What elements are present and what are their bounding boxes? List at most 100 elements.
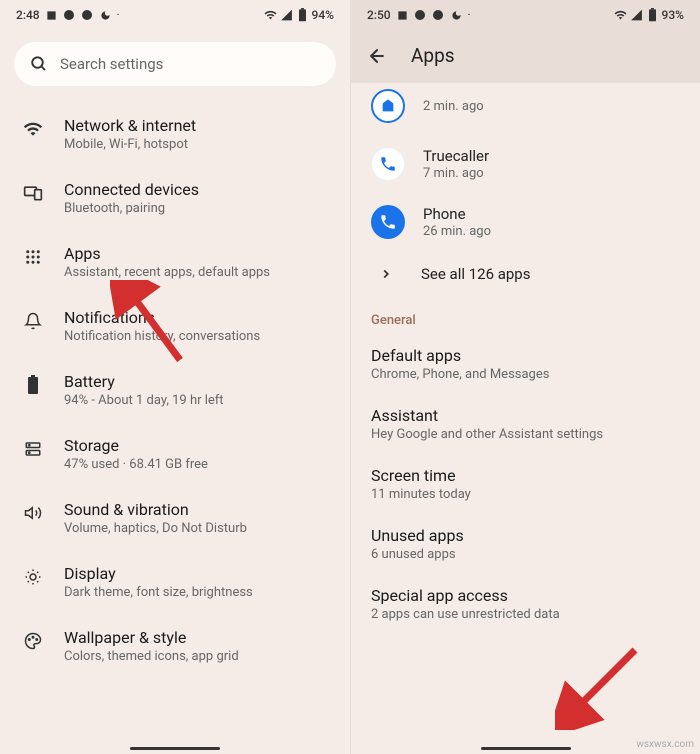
item-subtitle: 47% used · 68.41 GB free [64,457,330,472]
phone-right-apps: 2:50 · 93% Apps 2 min. ago [350,0,700,754]
status-time: 2:48 [16,8,40,22]
item-subtitle: 94% - About 1 day, 19 hr left [64,393,330,408]
apps-header: 2:50 · 93% Apps [351,0,700,83]
item-title: Connected devices [64,180,330,199]
notif-icon [396,9,409,22]
app-sub: 7 min. ago [423,166,680,181]
general-item-default-apps[interactable]: Default apps Chrome, Phone, and Messages [351,334,700,394]
item-title: Apps [64,244,330,263]
display-icon [22,566,44,588]
status-bar: 2:48 · 94% [0,0,350,30]
settings-item-storage[interactable]: Storage 47% used · 68.41 GB free [0,422,350,486]
item-subtitle: Mobile, Wi-Fi, hotspot [64,137,330,152]
wifi-icon [22,118,44,140]
phone-left-settings: 2:48 · 94% Search settings Network & int… [0,0,350,754]
item-title: Screen time [371,466,680,485]
truecaller-icon [371,147,405,181]
status-dot: · [468,10,471,21]
battery-percent: 94% [312,8,334,22]
status-time: 2:50 [367,8,391,22]
phone-status-icon-2 [432,9,445,22]
item-subtitle: Chrome, Phone, and Messages [371,367,680,382]
chevron-right-icon [379,267,393,281]
item-title: Notifications [64,308,330,327]
recent-app-row[interactable]: Truecaller7 min. ago [351,135,700,193]
home-indicator[interactable] [481,747,571,750]
app-sub: 26 min. ago [423,224,680,239]
item-title: Storage [64,436,330,455]
storage-icon [22,438,44,460]
notif-icon [45,9,58,22]
app-icon [371,89,405,123]
see-all-label: See all 126 apps [421,265,530,283]
bell-icon [22,310,44,332]
item-subtitle: Volume, haptics, Do Not Disturb [64,521,330,536]
general-item-special-access[interactable]: Special app access 2 apps can use unrest… [351,574,700,634]
item-title: Network & internet [64,116,330,135]
item-subtitle: Hey Google and other Assistant settings [371,427,680,442]
apps-page-title: Apps [411,44,455,67]
general-list: Default apps Chrome, Phone, and Messages… [351,334,700,634]
item-title: Wallpaper & style [64,628,330,647]
signal-icon [630,9,643,22]
general-item-assistant[interactable]: Assistant Hey Google and other Assistant… [351,394,700,454]
watermark: wsxwsx.com [636,739,694,750]
recent-app-row[interactable]: Phone26 min. ago [351,193,700,251]
settings-list: Network & internet Mobile, Wi-Fi, hotspot… [0,96,350,684]
apps-grid-icon [22,246,44,268]
general-section-label: General [351,301,700,334]
signal-icon [280,9,293,22]
item-subtitle: Bluetooth, pairing [64,201,330,216]
settings-item-wallpaper[interactable]: Wallpaper & style Colors, themed icons, a… [0,614,350,678]
settings-item-network[interactable]: Network & internet Mobile, Wi-Fi, hotspot [0,102,350,166]
settings-item-display[interactable]: Display Dark theme, font size, brightness [0,550,350,614]
battery-icon [22,374,44,396]
phone-status-icon [414,9,427,22]
item-subtitle: Dark theme, font size, brightness [64,585,330,600]
app-name: Phone [423,205,680,223]
item-title: Display [64,564,330,583]
wifi-status-icon [264,9,277,22]
search-icon [30,55,48,73]
recent-apps-list: 2 min. ago Truecaller7 min. ago Phone26 … [351,83,700,301]
app-name: Truecaller [423,147,680,165]
back-button[interactable] [367,46,387,66]
item-subtitle: 11 minutes today [371,487,680,502]
see-all-apps[interactable]: See all 126 apps [351,251,700,301]
devices-icon [22,182,44,204]
moon-icon [450,9,463,22]
item-subtitle: Assistant, recent apps, default apps [64,265,330,280]
general-item-unused-apps[interactable]: Unused apps 6 unused apps [351,514,700,574]
item-title: Unused apps [371,526,680,545]
recent-app-row[interactable]: 2 min. ago [351,83,700,135]
battery-percent: 93% [662,8,684,22]
search-settings[interactable]: Search settings [14,42,336,86]
phone-app-icon [371,205,405,239]
home-indicator[interactable] [130,747,220,750]
general-item-screen-time[interactable]: Screen time 11 minutes today [351,454,700,514]
annotation-arrow-2 [555,640,645,730]
battery-icon [646,9,659,22]
item-title: Battery [64,372,330,391]
wallpaper-icon [22,630,44,652]
sound-icon [22,502,44,524]
item-title: Sound & vibration [64,500,330,519]
phone-status-icon-2 [81,9,94,22]
item-title: Default apps [371,346,680,365]
item-title: Assistant [371,406,680,425]
status-dot: · [117,10,120,21]
moon-icon [99,9,112,22]
settings-item-sound[interactable]: Sound & vibration Volume, haptics, Do Not… [0,486,350,550]
battery-icon [296,9,309,22]
item-subtitle: Colors, themed icons, app grid [64,649,330,664]
wifi-status-icon [614,9,627,22]
phone-status-icon [63,9,76,22]
item-subtitle: 2 apps can use unrestricted data [371,607,680,622]
settings-item-devices[interactable]: Connected devices Bluetooth, pairing [0,166,350,230]
annotation-arrow-1 [110,280,190,370]
item-title: Special app access [371,586,680,605]
search-placeholder: Search settings [60,55,163,73]
app-sub: 2 min. ago [423,99,680,114]
item-subtitle: 6 unused apps [371,547,680,562]
item-subtitle: Notification history, conversations [64,329,330,344]
